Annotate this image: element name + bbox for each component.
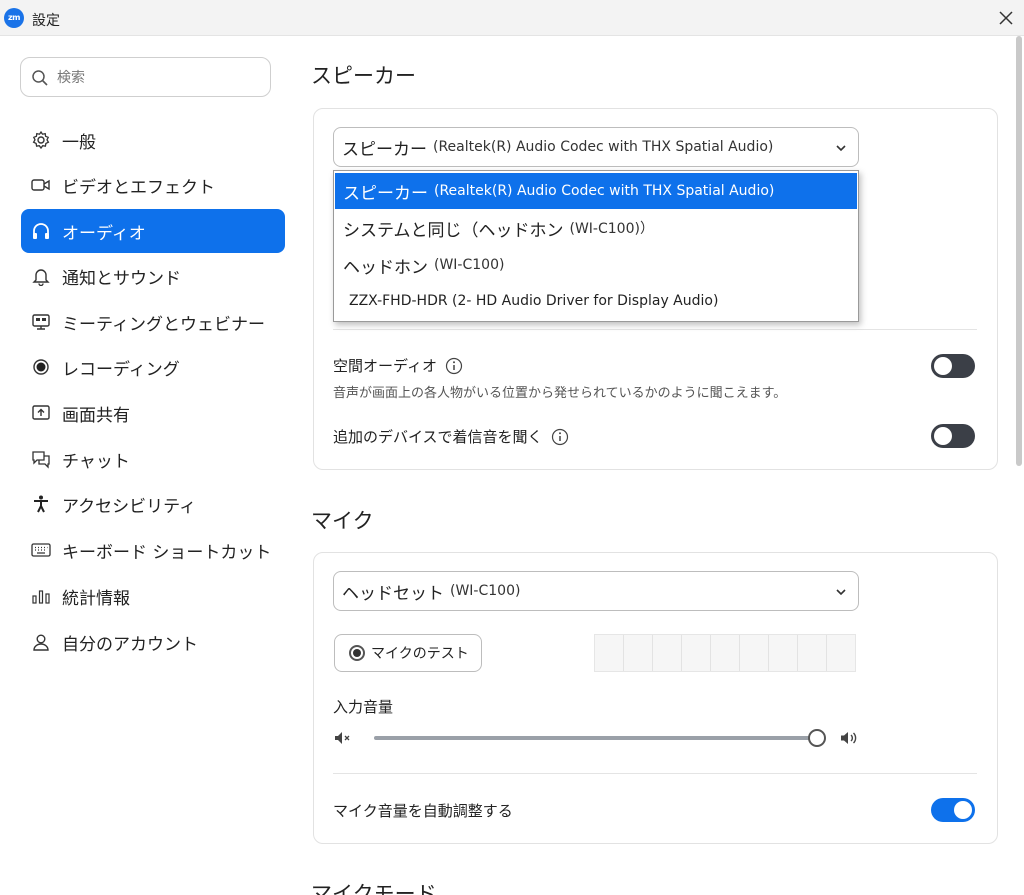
speaker-option[interactable]: スピーカー (Realtek(R) Audio Codec with THX S… [335, 173, 857, 209]
share-screen-icon [29, 401, 53, 425]
close-icon [999, 11, 1013, 25]
sidebar-item-label: 通知とサウンド [62, 268, 181, 289]
sidebar-item-screen-share[interactable]: 画面共有 [21, 391, 285, 435]
sidebar-item-recording[interactable]: レコーディング [21, 345, 285, 389]
bell-icon [29, 264, 53, 288]
headphones-icon [29, 219, 53, 243]
ring-additional-device-text: 追加のデバイスで着信音を聞く [333, 428, 543, 446]
sidebar-item-audio[interactable]: オーディオ [21, 209, 285, 253]
divider [333, 773, 977, 774]
toggle-knob [934, 427, 952, 445]
chevron-down-icon [836, 589, 846, 596]
auto-adjust-mic-label: マイク音量を自動調整する [333, 800, 513, 821]
spatial-audio-description: 音声が画面上の各人物がいる位置から発せられているかのように聞こえます。 [333, 386, 787, 401]
record-icon [349, 645, 365, 661]
chevron-down-icon [836, 145, 846, 152]
speaker-select[interactable]: スピーカー (Realtek(R) Audio Codec with THX S… [333, 127, 859, 167]
spatial-audio-label: 空間オーディオ [333, 355, 463, 376]
spatial-audio-toggle[interactable] [931, 354, 975, 378]
sidebar-item-accessibility[interactable]: アクセシビリティ [21, 482, 285, 526]
toggle-knob [954, 801, 972, 819]
sidebar-item-statistics[interactable]: 統計情報 [21, 574, 285, 618]
speaker-dropdown-list: スピーカー (Realtek(R) Audio Codec with THX S… [333, 170, 859, 322]
sidebar-item-general[interactable]: 一般 [21, 118, 285, 162]
sidebar-item-label: ミーティングとウェビナー [62, 314, 265, 335]
sidebar-item-label: 一般 [62, 132, 96, 153]
input-volume-text: 入力音量 [333, 698, 394, 716]
toggle-knob [934, 357, 952, 375]
volume-up-icon [841, 732, 857, 744]
option-label: システムと同じ（ヘッドホン [343, 220, 564, 241]
input-volume-label: 入力音量 [333, 696, 393, 717]
mic-level-meter [594, 634, 856, 672]
info-icon[interactable] [445, 357, 463, 375]
info-icon[interactable] [551, 428, 569, 446]
sidebar-item-notifications[interactable]: 通知とサウンド [21, 254, 285, 298]
keyboard-icon [29, 538, 53, 562]
meeting-screen-icon [29, 310, 53, 334]
option-detail: (WI-C100)） [569, 221, 654, 237]
test-mic-label: マイクのテスト [371, 646, 469, 662]
option-detail: (Realtek(R) Audio Codec with THX Spatial… [434, 183, 775, 199]
scrollbar[interactable] [1016, 36, 1022, 466]
input-volume-slider[interactable] [374, 736, 820, 740]
record-icon [29, 355, 53, 379]
speaker-option[interactable]: ZZX-FHD-HDR (2- HD Audio Driver for Disp… [335, 283, 857, 319]
search-icon [32, 70, 48, 86]
divider [333, 329, 977, 330]
gear-icon [29, 128, 53, 152]
sidebar-item-label: チャット [62, 451, 130, 472]
stats-chart-icon [29, 584, 53, 608]
sidebar-item-my-account[interactable]: 自分のアカウント [21, 620, 285, 664]
option-detail: (WI-C100) [434, 257, 505, 273]
option-label: ZZX-FHD-HDR (2- HD Audio Driver for Disp… [349, 293, 719, 309]
sidebar-item-label: 画面共有 [62, 405, 130, 426]
ring-additional-device-toggle[interactable] [931, 424, 975, 448]
auto-adjust-mic-toggle[interactable] [931, 798, 975, 822]
user-icon [29, 630, 53, 654]
input-volume-slider-thumb[interactable] [808, 729, 826, 747]
sidebar-item-label: キーボード ショートカット [62, 542, 272, 563]
option-label: ヘッドホン [343, 257, 428, 278]
zoom-logo-icon: zm [4, 8, 24, 28]
sidebar-item-label: レコーディング [62, 359, 180, 380]
test-mic-button[interactable]: マイクのテスト [334, 634, 482, 672]
mic-select[interactable]: ヘッドセット (WI-C100) [333, 571, 859, 611]
close-button[interactable] [992, 4, 1020, 32]
speaker-select-value: スピーカー [342, 139, 427, 160]
mic-select-value: ヘッドセット [342, 583, 444, 604]
sidebar-item-label: 自分のアカウント [62, 634, 198, 655]
mic-mode-section-title: マイクモード [311, 882, 437, 895]
title-bar: zm 設定 [0, 0, 1024, 36]
window-title: 設定 [32, 13, 60, 29]
search-input[interactable] [57, 66, 257, 90]
sidebar-item-label: アクセシビリティ [62, 496, 197, 517]
auto-adjust-mic-text: マイク音量を自動調整する [333, 802, 513, 820]
accessibility-icon [29, 492, 53, 516]
chat-icon [29, 447, 53, 471]
sidebar-item-chat[interactable]: チャット [21, 437, 285, 481]
video-camera-icon [29, 173, 53, 197]
ring-additional-device-label: 追加のデバイスで着信音を聞く [333, 426, 569, 447]
sidebar-item-video-effects[interactable]: ビデオとエフェクト [21, 163, 285, 207]
sidebar-item-meetings-webinars[interactable]: ミーティングとウェビナー [21, 300, 285, 344]
sidebar-item-label: ビデオとエフェクト [62, 177, 215, 198]
option-label: スピーカー [343, 183, 428, 204]
speaker-option[interactable]: ヘッドホン (WI-C100) [335, 247, 857, 283]
volume-mute-icon [335, 732, 350, 744]
search-field[interactable] [20, 57, 271, 97]
sidebar-item-keyboard-shortcuts[interactable]: キーボード ショートカット [21, 528, 285, 572]
spatial-audio-text: 空間オーディオ [333, 357, 437, 375]
speaker-section-title: スピーカー [311, 64, 416, 88]
mic-section-title: マイク [311, 509, 374, 533]
speaker-option[interactable]: システムと同じ（ヘッドホン (WI-C100)） [335, 210, 857, 246]
sidebar-item-label: 統計情報 [62, 588, 130, 609]
speaker-select-detail: (Realtek(R) Audio Codec with THX Spatial… [433, 139, 774, 155]
sidebar-item-label: オーディオ [62, 223, 146, 244]
mic-select-detail: (WI-C100) [450, 583, 521, 599]
